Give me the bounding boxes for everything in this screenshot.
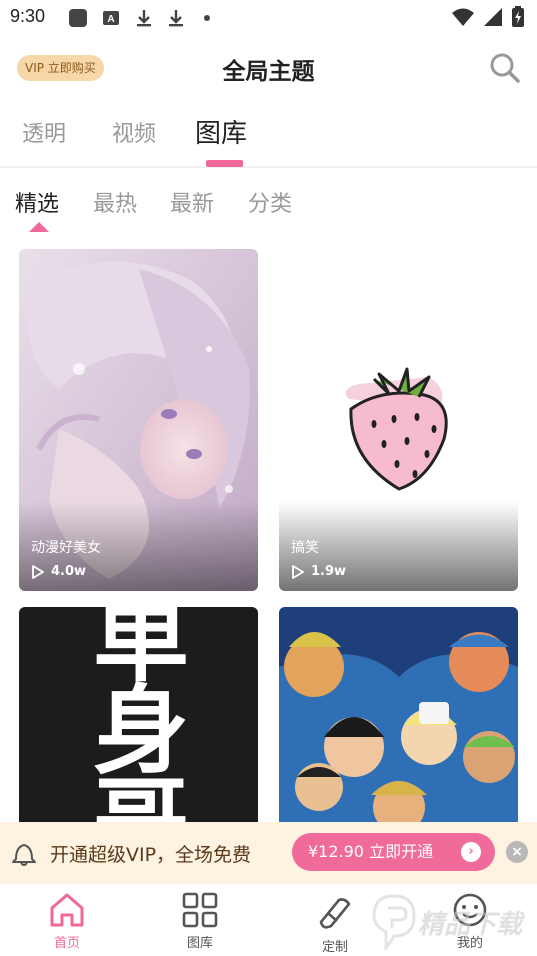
a-notification-icon: A [102, 8, 120, 28]
status-bar: 9:30 A [0, 0, 537, 36]
poster-text: 单身哥 [93, 607, 189, 827]
page-title: 全局主题 [222, 59, 315, 85]
tab-transparent[interactable]: 透明 [22, 116, 66, 148]
nav-item-customize[interactable]: 定制 [290, 894, 380, 955]
nav-item-home[interactable]: 首页 [22, 890, 112, 951]
brush-icon [319, 898, 351, 929]
battery-icon [511, 6, 525, 32]
card-view-count: 1.9w [291, 564, 346, 579]
vip-promo-banner: 开通超级VIP，全场免费 ¥12.90 立即开通 › × [0, 822, 537, 884]
wallpaper-card[interactable]: 单身哥 [19, 607, 258, 827]
card-view-count: 4.0w [31, 564, 86, 579]
subtab-newest[interactable]: 最新 [170, 186, 214, 218]
search-icon[interactable] [489, 52, 521, 84]
tab-video[interactable]: 视频 [112, 116, 156, 148]
more-dot-icon [202, 8, 212, 28]
nav-item-gallery[interactable]: 图库 [155, 890, 245, 951]
status-time: 9:30 [10, 6, 46, 26]
active-subtab-indicator [29, 222, 49, 232]
subtab-category[interactable]: 分类 [248, 186, 292, 218]
subtab-featured[interactable]: 精选 [15, 186, 59, 218]
grid-icon [182, 892, 218, 928]
home-icon [50, 893, 84, 927]
app-notification-icon [68, 8, 88, 28]
watermark: 精品下载 [368, 890, 534, 952]
card-title: 动漫好美女 [31, 540, 101, 556]
open-vip-button[interactable]: ¥12.90 立即开通 › [292, 833, 495, 871]
download-icon [134, 8, 154, 28]
tab-gallery[interactable]: 图库 [195, 113, 247, 150]
watermark-text: 精品下载 [418, 910, 523, 940]
wifi-icon [451, 7, 475, 31]
subtab-hottest[interactable]: 最热 [93, 186, 137, 218]
play-icon [292, 564, 304, 579]
pirate-anime-thumbnail [279, 607, 518, 827]
wallpaper-card[interactable]: 搞笑 1.9w [279, 249, 518, 591]
bell-icon [10, 839, 38, 867]
watermark-logo-icon [372, 894, 416, 950]
sub-tab-bar: 精选 最热 最新 分类 [0, 180, 537, 236]
wallpaper-card[interactable]: 动漫好美女 4.0w [19, 249, 258, 591]
card-title: 搞笑 [291, 540, 319, 556]
signal-icon [483, 7, 503, 31]
vip-promo-text: 开通超级VIP，全场免费 [50, 844, 252, 866]
close-icon[interactable]: × [506, 841, 528, 863]
play-icon [32, 564, 44, 579]
active-tab-indicator [206, 160, 243, 167]
app-header: VIP 立即购买 全局主题 [0, 40, 537, 96]
top-tab-bar: 透明 视频 图库 [0, 108, 537, 168]
chevron-right-icon: › [461, 842, 481, 862]
wallpaper-card[interactable] [279, 607, 518, 827]
download-icon [166, 8, 186, 28]
svg-text:A: A [107, 14, 114, 25]
